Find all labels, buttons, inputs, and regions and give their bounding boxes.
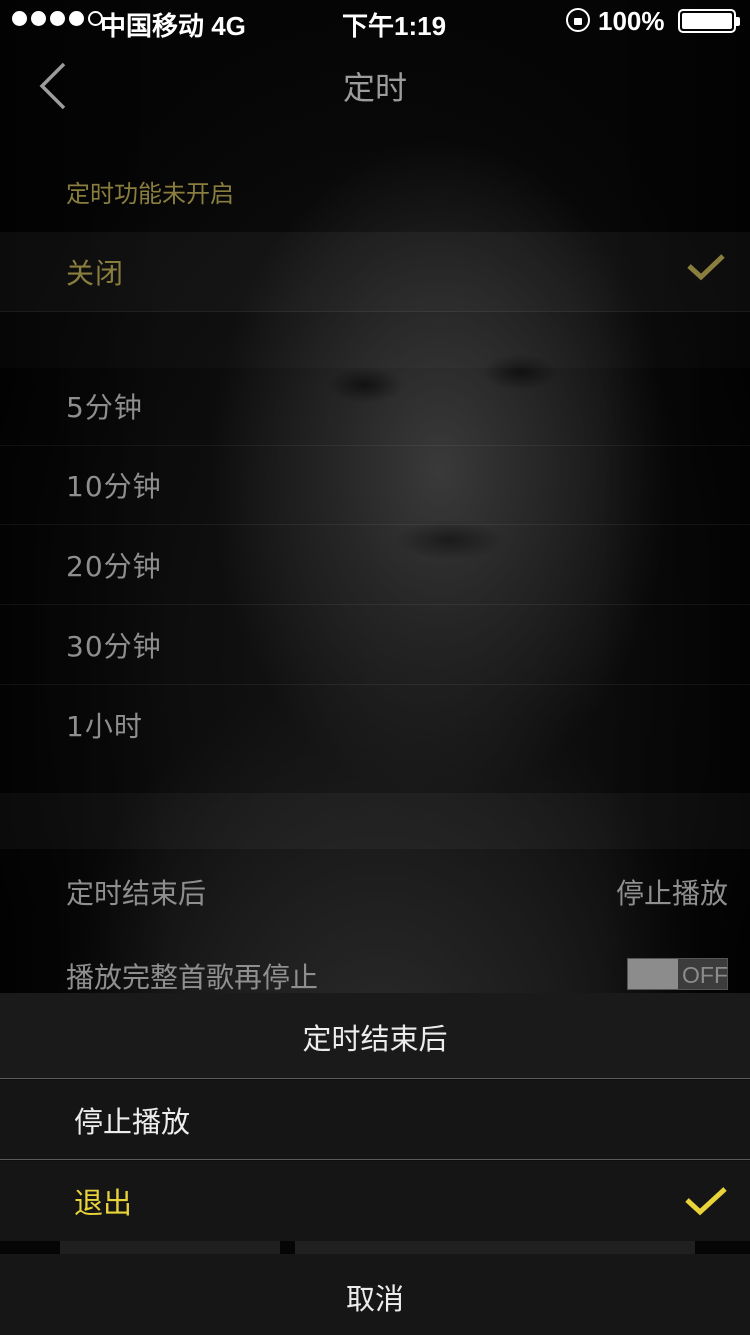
cancel-label: 取消 (345, 1282, 404, 1316)
timer-option-20min[interactable]: 20分钟 (0, 525, 750, 605)
toggle-knob (628, 959, 678, 989)
timer-option-label: 关闭 (66, 257, 125, 290)
timer-option-off[interactable]: 关闭 (0, 232, 750, 312)
action-sheet-header: 定时结束后 (0, 993, 750, 1079)
action-option-label: 停止播放 (74, 1105, 191, 1139)
action-option-label: 退出 (74, 1186, 133, 1220)
finish-song-toggle[interactable]: OFF (627, 958, 728, 990)
timer-option-label: 5分钟 (66, 391, 143, 424)
battery-icon (678, 9, 740, 33)
cancel-button[interactable]: 取消 (0, 1254, 750, 1335)
timer-status-text: 定时功能未开启 (66, 180, 234, 208)
status-bar: 中国移动 4G 下午1:19 100% (0, 0, 750, 41)
carrier-label: 中国移动 4G (100, 11, 246, 41)
action-option-exit[interactable]: 退出 (0, 1161, 750, 1241)
toggle-state-label: OFF (682, 962, 728, 988)
signal-strength-icon (12, 11, 103, 26)
checkmark-icon (687, 254, 725, 281)
timer-option-label: 10分钟 (66, 470, 162, 503)
action-sheet-title: 定时结束后 (302, 1022, 448, 1056)
timer-option-label: 1小时 (66, 710, 143, 743)
section-divider (0, 312, 750, 368)
section-divider (0, 793, 750, 849)
action-option-stop-playback[interactable]: 停止播放 (0, 1080, 750, 1160)
page-title: 定时 (342, 69, 407, 107)
timer-option-10min[interactable]: 10分钟 (0, 445, 750, 525)
after-end-value[interactable]: 停止播放 (616, 872, 728, 912)
battery-percentage: 100% (598, 6, 665, 36)
timer-option-30min[interactable]: 30分钟 (0, 605, 750, 685)
finish-song-label: 播放完整首歌再停止 (66, 961, 319, 994)
rotation-lock-icon (566, 8, 590, 32)
checkmark-icon (685, 1187, 727, 1216)
timer-option-label: 20分钟 (66, 550, 162, 583)
status-time: 下午1:19 (342, 11, 447, 41)
timer-option-5min[interactable]: 5分钟 (0, 366, 750, 446)
timer-option-label: 30分钟 (66, 630, 162, 663)
action-sheet-gap (0, 1241, 750, 1254)
after-end-label[interactable]: 定时结束后 (66, 872, 206, 912)
timer-option-1hour[interactable]: 1小时 (0, 685, 750, 765)
